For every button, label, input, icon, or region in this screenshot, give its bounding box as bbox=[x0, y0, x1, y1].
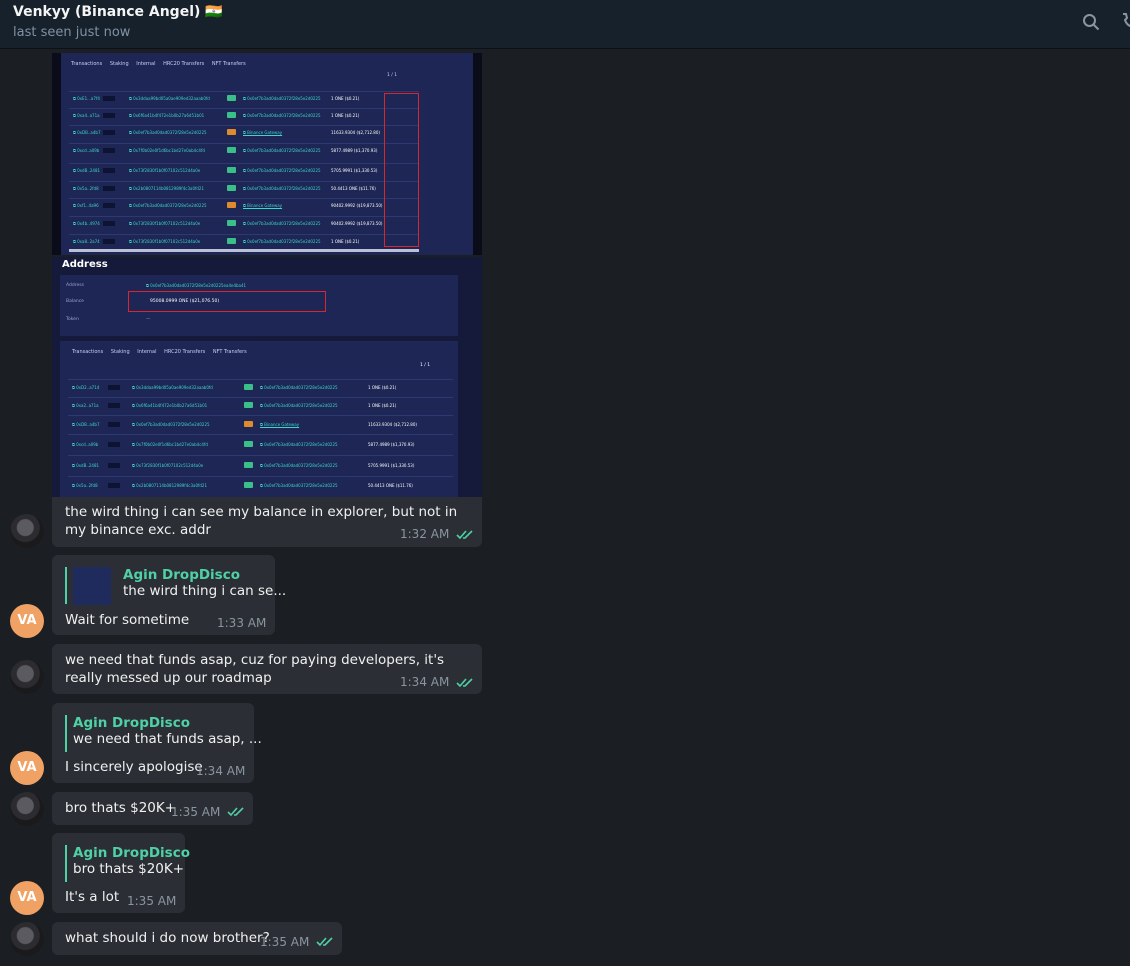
tab-label: NFT Transfers bbox=[211, 61, 246, 67]
message-text: It's a lot bbox=[65, 889, 120, 905]
message-text: I sincerely apologise bbox=[65, 759, 203, 775]
read-checkmarks-icon bbox=[456, 678, 473, 688]
reply-sender: Agin DropDisco bbox=[123, 567, 240, 583]
balance-screenshot-image[interactable]: Address Address ⧉ 0x0ef7b3ad0dad0372f28e… bbox=[52, 257, 482, 497]
message-time: 1:33 AM bbox=[217, 616, 267, 630]
message-text: bro thats $20K+ bbox=[65, 800, 177, 816]
tab-label: Internal bbox=[136, 61, 156, 67]
message-time: 1:34 AM bbox=[196, 764, 246, 778]
pager: 1 / 1 bbox=[387, 73, 398, 78]
message-bubble[interactable]: Agin DropDisco bro thats $20K+ It's a lo… bbox=[52, 833, 190, 913]
address-heading: Address bbox=[62, 259, 108, 270]
sender-avatar[interactable]: VA bbox=[10, 751, 44, 785]
message-text: Wait for sometime bbox=[65, 612, 190, 628]
user-avatar[interactable] bbox=[10, 660, 44, 694]
user-avatar[interactable] bbox=[10, 922, 44, 956]
tx-hash: ⧉ 0xE1...a7f4 bbox=[73, 96, 100, 101]
reply-snippet: bro thats $20K+ bbox=[73, 861, 185, 877]
contact-name[interactable]: Venkyy (Binance Angel) 🇮🇳 bbox=[13, 4, 223, 20]
message-text: what should i do now brother? bbox=[65, 930, 270, 946]
message-bubble[interactable]: the wird thing i can see my balance in e… bbox=[52, 497, 482, 547]
message-time: 1:32 AM bbox=[400, 527, 450, 541]
reply-sender: Agin DropDisco bbox=[73, 715, 190, 731]
tab-label: HRC20 Transfers bbox=[163, 61, 205, 67]
chat-header: Venkyy (Binance Angel) 🇮🇳 last seen just… bbox=[0, 0, 1130, 49]
read-checkmarks-icon bbox=[227, 807, 244, 817]
reply-thumbnail-image bbox=[73, 567, 111, 605]
message-bubble[interactable]: Agin DropDisco the wird thing i can se..… bbox=[52, 555, 286, 635]
message-bubble[interactable]: we need that funds asap, cuz for paying … bbox=[52, 644, 482, 694]
phone-icon[interactable] bbox=[1120, 13, 1130, 31]
read-checkmarks-icon bbox=[456, 530, 473, 540]
message-time: 1:35 AM bbox=[127, 894, 177, 908]
highlight-box bbox=[384, 93, 419, 247]
message-list[interactable]: Transactions Staking Internal HRC20 Tran… bbox=[0, 49, 1130, 966]
message-bubble[interactable]: bro thats $20K+ 1:35 AM bbox=[52, 792, 253, 825]
read-checkmarks-icon bbox=[316, 937, 333, 947]
reply-sender: Agin DropDisco bbox=[73, 845, 190, 861]
message-time: 1:35 AM bbox=[260, 935, 310, 949]
message-time: 1:35 AM bbox=[171, 805, 221, 819]
message-bubble[interactable]: Agin DropDisco we need that funds asap, … bbox=[52, 703, 262, 783]
message-time: 1:34 AM bbox=[400, 675, 450, 689]
reply-quote[interactable]: Agin DropDisco bro thats $20K+ bbox=[65, 845, 190, 882]
tab-label: Staking bbox=[109, 61, 129, 67]
reply-snippet: the wird thing i can se... bbox=[123, 583, 287, 599]
user-avatar[interactable] bbox=[10, 514, 44, 548]
reply-snippet: we need that funds asap, ... bbox=[73, 731, 262, 747]
user-avatar[interactable] bbox=[10, 792, 44, 826]
last-seen-status: last seen just now bbox=[13, 25, 131, 40]
search-icon[interactable] bbox=[1082, 13, 1100, 31]
message-bubble[interactable]: what should i do now brother? 1:35 AM bbox=[52, 922, 342, 955]
sender-avatar[interactable]: VA bbox=[10, 604, 44, 638]
sender-avatar[interactable]: VA bbox=[10, 881, 44, 915]
tab-label: Transactions bbox=[71, 61, 103, 67]
reply-quote[interactable]: Agin DropDisco we need that funds asap, … bbox=[65, 715, 262, 752]
transactions-screenshot-image[interactable]: Transactions Staking Internal HRC20 Tran… bbox=[52, 53, 482, 255]
